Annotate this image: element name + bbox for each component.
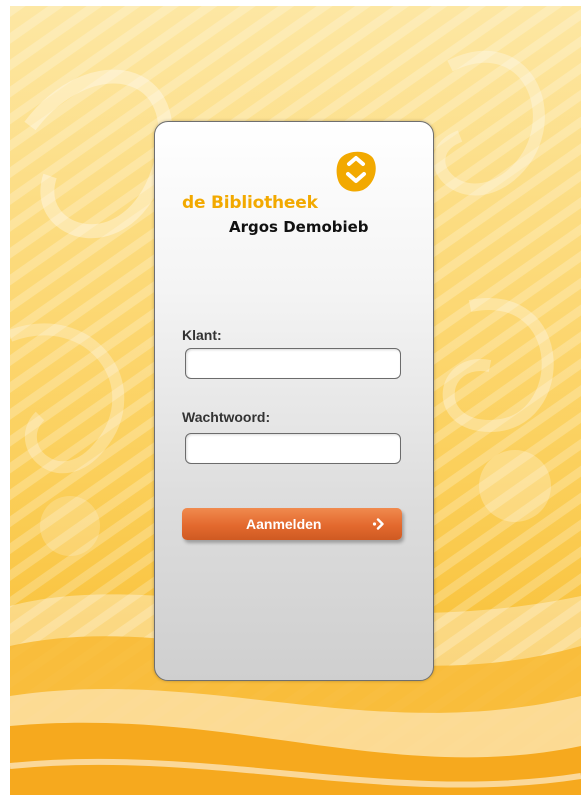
- brand-name: de Bibliotheek: [182, 193, 318, 213]
- password-label: Wachtwoord:: [182, 409, 271, 425]
- customer-input[interactable]: [185, 348, 401, 379]
- login-button[interactable]: Aanmelden: [182, 508, 402, 540]
- login-panel: de Bibliotheek Argos Demobieb Klant: Wac…: [154, 121, 434, 681]
- password-input[interactable]: [185, 433, 401, 464]
- branch-name: Argos Demobieb: [229, 218, 369, 236]
- customer-label: Klant:: [182, 327, 222, 343]
- login-button-label: Aanmelden: [246, 516, 322, 532]
- bibliotheek-logo-icon: [336, 151, 376, 192]
- chevron-right-icon: [372, 518, 384, 530]
